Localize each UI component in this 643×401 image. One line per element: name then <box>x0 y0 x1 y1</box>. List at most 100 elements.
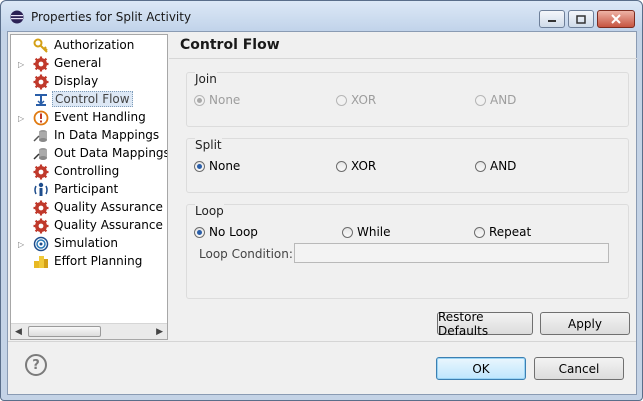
tree-item-label: Authorization <box>54 38 135 52</box>
tree-item-event-handling[interactable]: ▷ Event Handling <box>11 109 167 127</box>
title-bar[interactable]: Properties for Split Activity <box>1 1 642 31</box>
loop-repeat-radio[interactable]: Repeat <box>474 225 531 239</box>
tree-item-label: General <box>54 56 102 70</box>
effort-icon <box>33 254 49 270</box>
loop-while-label: While <box>357 225 391 239</box>
radio-unchecked-icon <box>336 160 347 172</box>
property-page-tree: Authorization ▷ General Display Control Flow… <box>10 34 168 340</box>
loop-group-label: Loop <box>195 204 224 218</box>
tree-item-label: Participant <box>54 182 119 196</box>
tree-horizontal-scrollbar[interactable]: ◀ ▶ <box>11 323 167 339</box>
tree-item-display[interactable]: Display <box>11 73 167 91</box>
radio-checked-icon <box>194 160 205 172</box>
loop-repeat-label: Repeat <box>489 225 532 239</box>
data-in-icon <box>33 128 49 144</box>
tree-item-label: Effort Planning <box>54 254 143 268</box>
title-separator <box>169 58 637 59</box>
join-xor-radio[interactable]: XOR <box>336 93 376 107</box>
event-icon <box>33 110 49 126</box>
eclipse-icon <box>10 10 24 24</box>
gear-red-icon <box>33 218 49 234</box>
ok-button[interactable]: OK <box>436 357 526 380</box>
radio-unchecked-icon <box>336 94 347 106</box>
tree-item-label: Quality Assurance Cc <box>54 218 167 232</box>
split-group-label: Split <box>195 138 222 152</box>
expand-arrow-icon[interactable]: ▷ <box>18 60 24 69</box>
cancel-button[interactable]: Cancel <box>534 357 624 380</box>
minimize-icon <box>548 20 556 22</box>
window-title: Properties for Split Activity <box>31 10 192 24</box>
gear-red-icon <box>33 56 49 72</box>
split-none-label: None <box>209 159 241 173</box>
simulation-icon <box>33 236 49 252</box>
loop-while-radio[interactable]: While <box>342 225 391 239</box>
join-and-radio[interactable]: AND <box>475 93 516 107</box>
split-and-radio[interactable]: AND <box>475 159 516 173</box>
join-group: Join None XOR AND <box>186 72 629 127</box>
maximize-button[interactable] <box>568 10 594 28</box>
scrollbar-thumb[interactable] <box>28 326 101 337</box>
tree-item-effort-planning[interactable]: Effort Planning <box>11 253 167 271</box>
close-icon <box>611 14 621 24</box>
tree-item-control-flow[interactable]: Control Flow <box>11 91 167 109</box>
radio-unchecked-icon <box>342 226 353 238</box>
loop-condition-input[interactable] <box>294 243 609 263</box>
tree-item-authorization[interactable]: Authorization <box>11 37 167 55</box>
gear-red-icon <box>33 74 49 90</box>
radio-checked-icon <box>194 226 205 238</box>
split-xor-label: XOR <box>351 159 377 173</box>
maximize-icon <box>576 14 586 24</box>
expand-arrow-icon[interactable]: ▷ <box>18 240 24 249</box>
tree-item-label: Simulation <box>54 236 118 250</box>
join-group-label: Join <box>195 72 217 86</box>
participant-icon <box>33 182 49 198</box>
split-and-label: AND <box>490 159 517 173</box>
tree-item-label: Out Data Mappings <box>54 146 168 160</box>
help-icon[interactable]: ? <box>25 354 47 376</box>
dialog-client-area: Authorization ▷ General Display Control Flow… <box>7 31 637 395</box>
tree-item-general[interactable]: ▷ General <box>11 55 167 73</box>
tree-item-label: In Data Mappings <box>54 128 160 142</box>
restore-defaults-button[interactable]: Restore Defaults <box>437 310 533 338</box>
properties-dialog: Properties for Split Activity Authorizat… <box>0 0 643 401</box>
gear-red-icon <box>33 200 49 216</box>
loop-no-loop-label: No Loop <box>209 225 258 239</box>
apply-button[interactable]: Apply <box>540 312 630 335</box>
tree-item-quality-assurance-cc[interactable]: Quality Assurance Cc <box>11 217 167 235</box>
key-icon <box>33 38 49 54</box>
tree-item-label: Control Flow <box>52 91 133 107</box>
radio-unchecked-icon <box>474 226 485 238</box>
tree-item-label: Quality Assurance <box>54 200 163 214</box>
expand-arrow-icon[interactable]: ▷ <box>18 114 24 123</box>
page-title: Control Flow <box>180 37 280 53</box>
minimize-button[interactable] <box>539 10 565 28</box>
radio-unchecked-icon <box>475 94 486 106</box>
radio-checked-icon <box>194 94 205 106</box>
join-and-label: AND <box>490 93 517 107</box>
loop-no-loop-radio[interactable]: No Loop <box>194 225 258 239</box>
join-none-label: None <box>209 93 241 107</box>
close-button[interactable] <box>597 10 635 28</box>
tree-item-out-data-mappings[interactable]: Out Data Mappings <box>11 145 168 163</box>
tree-item-quality-assurance[interactable]: Quality Assurance <box>11 199 167 217</box>
scroll-left-icon[interactable]: ◀ <box>15 327 22 337</box>
join-xor-label: XOR <box>351 93 377 107</box>
join-none-radio[interactable]: None <box>194 93 240 107</box>
scroll-right-icon[interactable]: ▶ <box>156 327 163 337</box>
data-out-icon <box>33 146 49 162</box>
tree-item-participant[interactable]: Participant <box>11 181 167 199</box>
loop-group: Loop No Loop While Repeat Loop Condition… <box>186 204 629 299</box>
split-none-radio[interactable]: None <box>194 159 240 173</box>
tree-item-controlling[interactable]: Controlling <box>11 163 167 181</box>
radio-unchecked-icon <box>475 160 486 172</box>
tree-item-in-data-mappings[interactable]: In Data Mappings <box>11 127 167 145</box>
tree-item-label: Event Handling <box>54 110 146 124</box>
tree-item-simulation[interactable]: ▷ Simulation <box>11 235 167 253</box>
split-xor-radio[interactable]: XOR <box>336 159 376 173</box>
gear-red-icon <box>33 164 49 180</box>
split-group: Split None XOR AND <box>186 138 629 193</box>
tree-item-label: Display <box>54 74 99 88</box>
loop-condition-label: Loop Condition: <box>199 247 293 261</box>
tree-item-label: Controlling <box>54 164 120 178</box>
footer-separator <box>8 341 636 342</box>
